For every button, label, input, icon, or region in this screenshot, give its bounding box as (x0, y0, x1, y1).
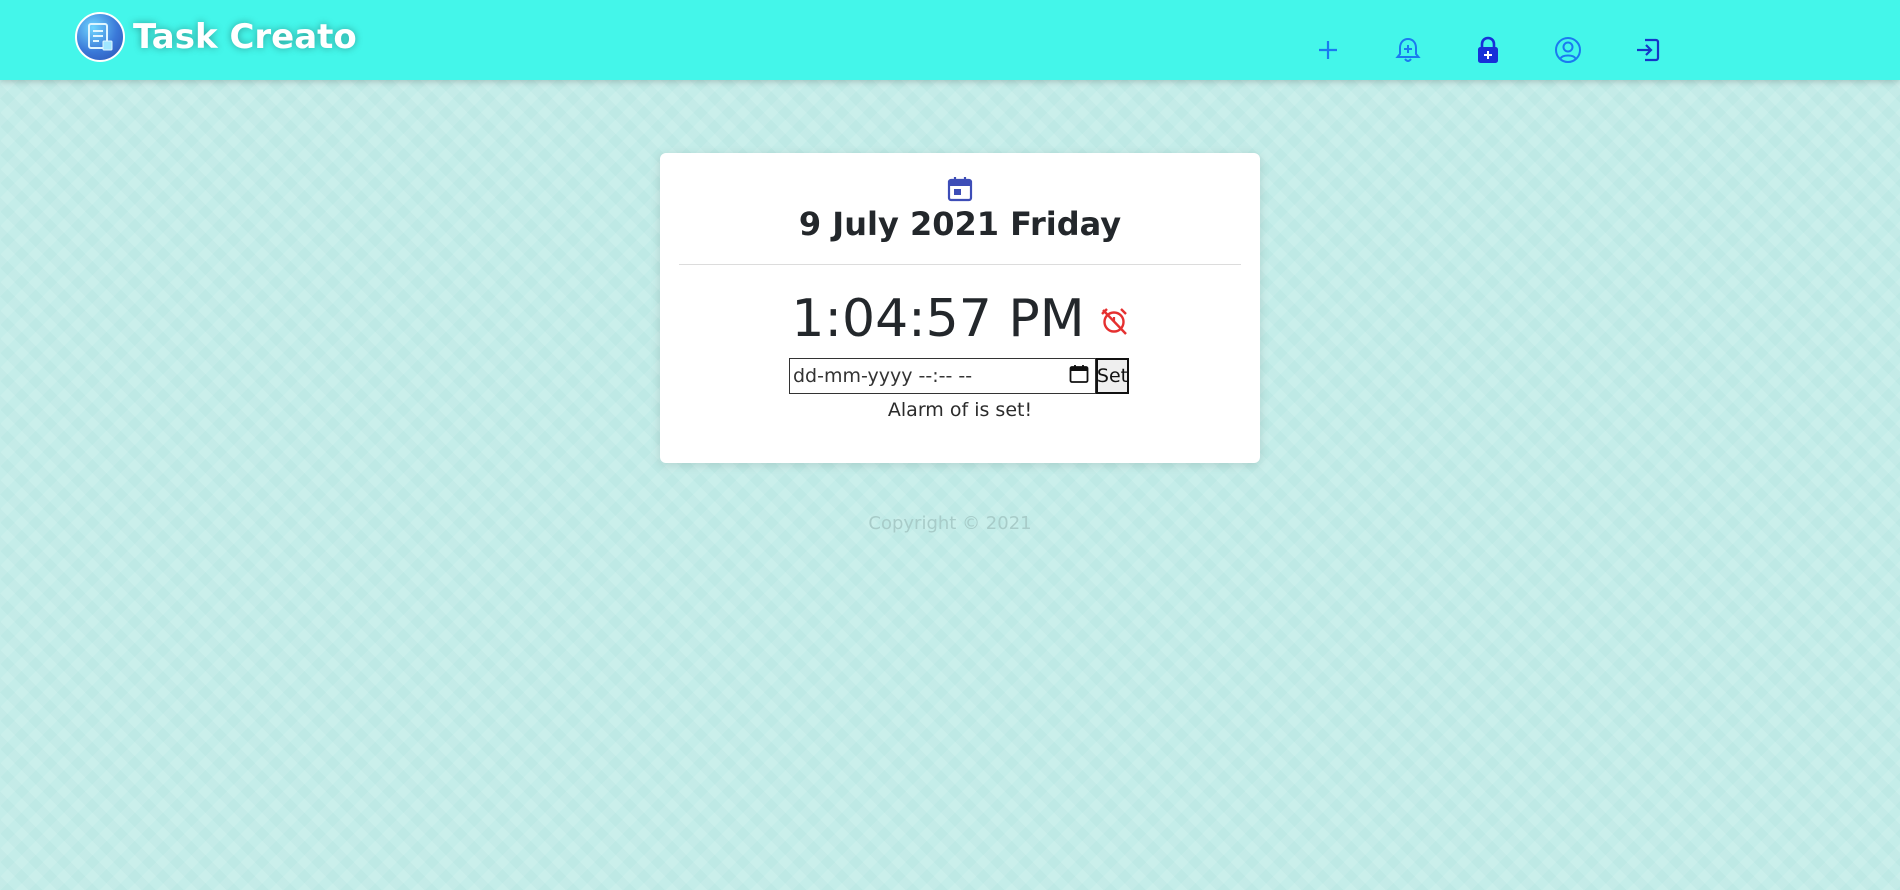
current-time: 1:04:57 PM (791, 289, 1085, 349)
add-task-button[interactable] (1312, 34, 1344, 66)
time-row: 1:04:57 PM (660, 289, 1260, 349)
divider (679, 264, 1241, 265)
alarm-datetime-input[interactable]: dd-mm-yyyy --:-- -- (789, 358, 1096, 394)
lock-plus-icon (1478, 36, 1498, 63)
alarm-status-text: Alarm of is set! (887, 399, 1033, 421)
top-navbar: Task Creato (0, 0, 1900, 80)
current-date: 9 July 2021 Friday (798, 205, 1122, 243)
alarm-setter: dd-mm-yyyy --:-- -- Set (789, 358, 1129, 394)
alarm-off-icon[interactable] (1099, 306, 1129, 340)
logout-button[interactable] (1632, 34, 1664, 66)
calendar-picker-icon[interactable] (1069, 364, 1089, 389)
copyright-footer: Copyright © 2021 (868, 513, 1032, 534)
nav-icon-bar (1312, 34, 1664, 66)
calendar-icon (946, 175, 974, 207)
add-reminder-button[interactable] (1392, 34, 1424, 66)
user-circle-icon (1555, 37, 1581, 63)
brand[interactable]: Task Creato (75, 12, 357, 62)
lock-button[interactable] (1472, 34, 1504, 66)
brand-name: Task Creato (133, 17, 357, 57)
plus-icon (1319, 41, 1337, 59)
bell-plus-icon (1395, 37, 1421, 62)
clock-card: 9 July 2021 Friday 1:04:57 PM dd-mm-yyyy… (660, 153, 1260, 463)
datetime-placeholder: dd-mm-yyyy --:-- -- (793, 365, 973, 387)
set-alarm-button[interactable]: Set (1096, 358, 1129, 394)
sign-out-icon (1637, 38, 1660, 62)
profile-button[interactable] (1552, 34, 1584, 66)
app-logo-icon (75, 12, 125, 62)
